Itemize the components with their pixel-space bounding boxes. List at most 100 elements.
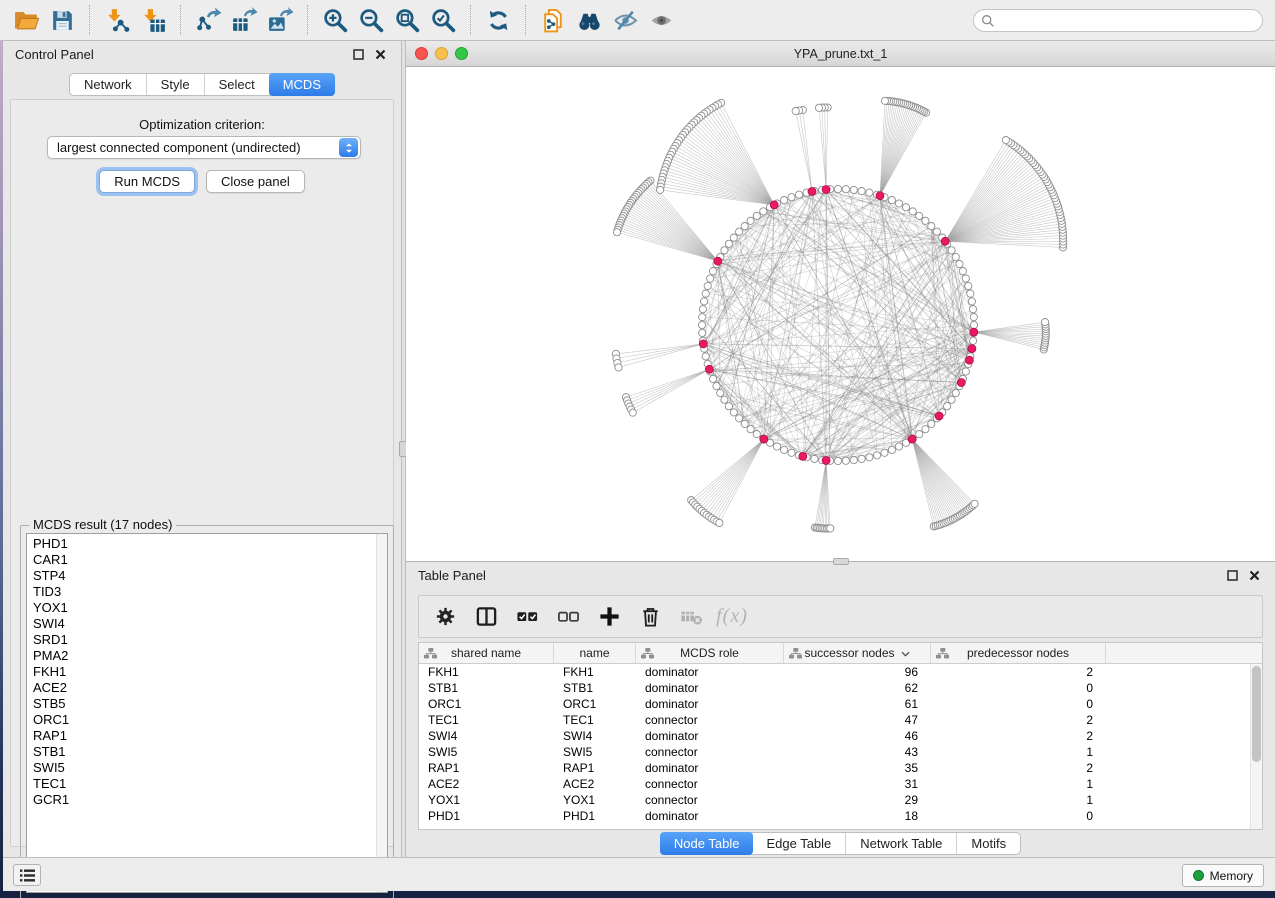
close-table-panel-icon[interactable] <box>1245 567 1263 583</box>
save-session-button[interactable] <box>44 3 80 37</box>
network-canvas[interactable] <box>406 67 1275 560</box>
column-header-MCDS-role[interactable]: MCDS role <box>636 643 784 663</box>
import-table-button[interactable] <box>135 3 171 37</box>
search-network-button[interactable] <box>571 3 607 37</box>
network-graph[interactable] <box>406 67 1275 560</box>
table-row[interactable]: SWI5SWI5connector431 <box>419 744 1262 760</box>
mcds-node-item[interactable]: PHD1 <box>33 536 387 552</box>
column-header-name[interactable]: name <box>554 643 636 663</box>
table-tab-network-table[interactable]: Network Table <box>846 833 957 854</box>
deselect-all-button[interactable] <box>552 601 584 633</box>
mcds-node-item[interactable]: YOX1 <box>33 600 387 616</box>
delete-row-button[interactable] <box>634 601 666 633</box>
import-network-button[interactable] <box>99 3 135 37</box>
mcds-node-item[interactable]: PMA2 <box>33 648 387 664</box>
mcds-result-list[interactable]: PHD1CAR1STP4TID3YOX1SWI4SRD1PMA2FKH1ACE2… <box>26 533 388 893</box>
window-maximize-button[interactable] <box>455 47 468 60</box>
add-row-icon <box>598 605 621 628</box>
close-panel-icon[interactable] <box>371 46 389 62</box>
show-all-button[interactable] <box>643 3 679 37</box>
cell-MCDS-role: dominator <box>636 680 784 696</box>
column-header-shared-name[interactable]: shared name <box>419 643 554 663</box>
network-view-window: YPA_prune.txt_1 <box>406 41 1275 561</box>
mcds-node-item[interactable]: SWI4 <box>33 616 387 632</box>
open-file-button[interactable] <box>8 3 44 37</box>
float-table-panel-icon[interactable] <box>1223 567 1241 583</box>
table-row[interactable]: ACE2ACE2connector311 <box>419 776 1262 792</box>
mcds-node-item[interactable]: CAR1 <box>33 552 387 568</box>
export-table-button[interactable] <box>226 3 262 37</box>
clone-network-button[interactable] <box>535 3 571 37</box>
tab-select[interactable]: Select <box>205 74 270 95</box>
window-minimize-button[interactable] <box>435 47 448 60</box>
table-scrollbar-thumb[interactable] <box>1252 666 1261 762</box>
table-row[interactable]: ORC1ORC1dominator610 <box>419 696 1262 712</box>
memory-button[interactable]: Memory <box>1182 864 1264 887</box>
table-row[interactable]: PHD1PHD1dominator180 <box>419 808 1262 824</box>
mcds-node-item[interactable]: TID3 <box>33 584 387 600</box>
mcds-node-item[interactable]: STB5 <box>33 696 387 712</box>
mcds-node-item[interactable]: ACE2 <box>33 680 387 696</box>
table-tab-motifs[interactable]: Motifs <box>957 833 1020 854</box>
table-panel-splitter-handle[interactable] <box>833 558 849 565</box>
table-panel-header: Table Panel <box>406 562 1275 588</box>
mcds-node-item[interactable]: GCR1 <box>33 792 387 808</box>
zoom-out-button[interactable] <box>353 3 389 37</box>
close-panel-button[interactable]: Close panel <box>206 170 305 193</box>
table-tab-edge-table[interactable]: Edge Table <box>752 833 846 854</box>
table-row[interactable]: YOX1YOX1connector291 <box>419 792 1262 808</box>
table-row[interactable]: TEC1TEC1connector472 <box>419 712 1262 728</box>
table-row[interactable]: FKH1FKH1dominator962 <box>419 664 1262 680</box>
add-row-button[interactable] <box>593 601 625 633</box>
tab-mcds[interactable]: MCDS <box>269 73 335 96</box>
zoom-in-button[interactable] <box>317 3 353 37</box>
table-row[interactable]: STB1STB1dominator620 <box>419 680 1262 696</box>
column-header-predecessor-nodes[interactable]: predecessor nodes <box>931 643 1106 663</box>
mcds-node-item[interactable]: STB1 <box>33 744 387 760</box>
run-mcds-button[interactable]: Run MCDS <box>99 170 195 193</box>
table-scrollbar-track[interactable] <box>1250 664 1262 829</box>
search-input[interactable] <box>1000 12 1262 30</box>
tab-style[interactable]: Style <box>147 74 205 95</box>
mcds-node-item[interactable]: RAP1 <box>33 728 387 744</box>
cell-predecessor-nodes: 1 <box>931 776 1106 792</box>
cell-successor-nodes: 35 <box>784 760 931 776</box>
criterion-select[interactable]: largest connected component (undirected) <box>47 136 361 159</box>
automation-panel-button[interactable] <box>13 864 41 886</box>
zoom-selected-button[interactable] <box>425 3 461 37</box>
import-network-icon <box>104 7 131 34</box>
columns-button[interactable] <box>470 601 502 633</box>
settings-button[interactable] <box>429 601 461 633</box>
list-scrollbar-track[interactable] <box>376 534 387 892</box>
tab-network[interactable]: Network <box>70 74 147 95</box>
export-image-button[interactable] <box>262 3 298 37</box>
export-network-button[interactable] <box>190 3 226 37</box>
mcds-node-item[interactable]: TEC1 <box>33 776 387 792</box>
function-builder-button[interactable]: f(x) <box>716 601 748 633</box>
hide-selected-button[interactable] <box>607 3 643 37</box>
cell-MCDS-role: connector <box>636 744 784 760</box>
mcds-node-item[interactable]: STP4 <box>33 568 387 584</box>
mcds-node-item[interactable]: SRD1 <box>33 632 387 648</box>
select-stepper-icon <box>339 138 358 157</box>
control-panel-tabbar: NetworkStyleSelectMCDS <box>69 73 335 96</box>
refresh-view-button[interactable] <box>480 3 516 37</box>
mcds-node-item[interactable]: SWI5 <box>33 760 387 776</box>
column-header-successor-nodes[interactable]: successor nodes <box>784 643 931 663</box>
settings-icon <box>434 605 457 628</box>
cell-predecessor-nodes: 0 <box>931 680 1106 696</box>
mcds-node-item[interactable]: ORC1 <box>33 712 387 728</box>
cell-name: PHD1 <box>554 808 636 824</box>
toolbar-separator <box>307 5 308 35</box>
clear-table-button[interactable] <box>675 601 707 633</box>
table-tab-node-table[interactable]: Node Table <box>660 832 754 855</box>
window-close-button[interactable] <box>415 47 428 60</box>
float-panel-icon[interactable] <box>349 46 367 62</box>
cell-name: FKH1 <box>554 664 636 680</box>
table-row[interactable]: SWI4SWI4dominator462 <box>419 728 1262 744</box>
mcds-node-item[interactable]: FKH1 <box>33 664 387 680</box>
toolbar-separator <box>180 5 181 35</box>
zoom-fit-button[interactable] <box>389 3 425 37</box>
table-row[interactable]: RAP1RAP1dominator352 <box>419 760 1262 776</box>
select-all-button[interactable] <box>511 601 543 633</box>
